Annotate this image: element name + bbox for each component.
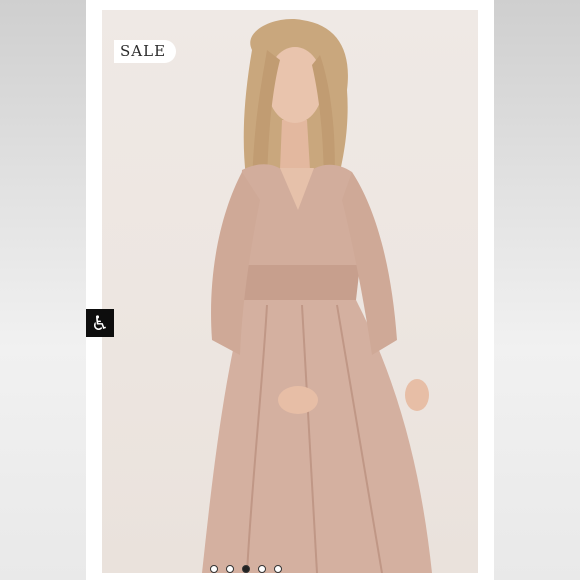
carousel-dot-active[interactable]	[242, 565, 250, 573]
accessibility-button[interactable]: ♿	[86, 309, 114, 337]
right-blurred-backdrop	[494, 0, 580, 580]
wheelchair-icon: ♿	[91, 311, 109, 335]
left-blurred-backdrop	[0, 0, 86, 580]
product-photo[interactable]: SALE	[102, 10, 478, 573]
carousel-pagination	[210, 565, 282, 573]
carousel-dot[interactable]	[210, 565, 218, 573]
carousel-dot[interactable]	[274, 565, 282, 573]
carousel-dot[interactable]	[226, 565, 234, 573]
sale-badge: SALE	[114, 40, 177, 63]
carousel-dot[interactable]	[258, 565, 266, 573]
product-image-card[interactable]: SALE	[86, 0, 494, 580]
model-in-dress-illustration	[202, 19, 432, 573]
